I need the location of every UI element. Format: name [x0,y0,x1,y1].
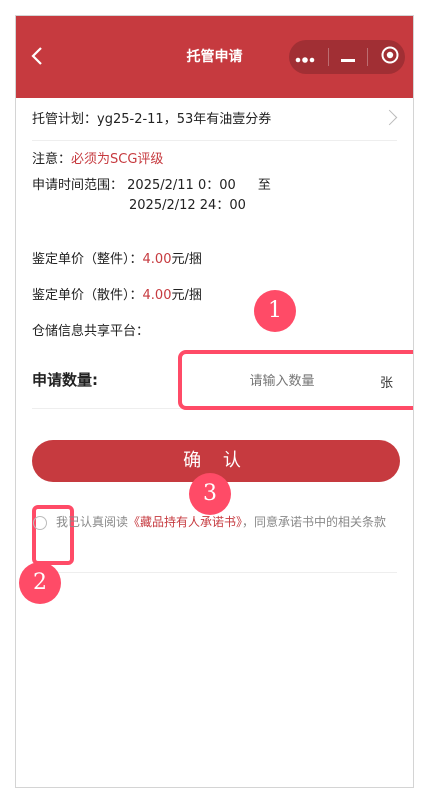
more-icon[interactable] [295,48,315,67]
marker-2: 2 [19,562,61,604]
time-start: 2025/2/11 0：00 [127,178,236,193]
quantity-unit: 张 [379,376,393,391]
capsule-divider [367,48,369,66]
plan-label: 托管计划： [32,111,98,127]
capsule-divider [327,48,329,66]
agreement-text: 我已认真阅读《藏品持有人承诺书》，同意承诺书中的相关条款 [56,512,386,532]
price-loose-value: 4.00 [142,288,172,303]
price-whole-row: 鉴定单价（整件）：4.00元/捆 [32,248,397,267]
price-whole-label: 鉴定单价（整件）： [32,252,143,267]
note-label: 注意： [32,152,72,167]
marker-3: 3 [189,473,231,515]
note-row: 注意：必须为SCG评级 [32,148,397,167]
price-whole-unit: 元/捆 [171,252,202,267]
quantity-label: 申请数量: [32,370,98,389]
chevron-right-icon [381,109,398,126]
close-target-icon[interactable] [381,46,399,68]
time-end: 2025/2/12 24：00 [129,198,246,213]
agreement-suffix: ，同意承诺书中的相关条款 [242,515,387,529]
nav-bar: 托管申请 [16,16,413,98]
note-value: 必须为SCG评级 [71,152,164,167]
marker-1: 1 [254,290,296,332]
plan-row[interactable]: 托管计划： yg25-2-11，53年有油壹分券 [32,94,398,141]
platform-row: 仓储信息共享平台： [32,320,397,339]
time-label: 申请时间范围： [32,178,124,193]
agree-radio[interactable] [33,516,47,530]
agreement-prefix: 我已认真阅读 [56,515,129,529]
mini-program-capsule [289,40,405,74]
quantity-input[interactable] [190,372,374,389]
price-whole-value: 4.00 [142,252,172,267]
price-loose-label: 鉴定单价（散件）： [32,288,143,303]
time-range-row: 申请时间范围： 2025/2/11 0：00 至 2025/2/12 24：00 [32,176,397,216]
minimize-icon[interactable] [340,48,355,67]
price-loose-unit: 元/捆 [171,288,202,303]
quantity-row: 申请数量: 张 [32,350,413,410]
plan-value: yg25-2-11，53年有油壹分券 [97,111,272,127]
platform-label: 仓储信息共享平台： [32,324,150,339]
agreement-link[interactable]: 《藏品持有人承诺书》 [128,515,242,529]
phone-frame: 托管申请 托管计划： yg25-2-11，53年有油壹分券 注意：必须为SCG评… [15,15,414,788]
price-loose-row: 鉴定单价（散件）：4.00元/捆 [32,284,397,303]
time-to: 至 [257,178,271,193]
agreement-row: 我已认真阅读《藏品持有人承诺书》，同意承诺书中的相关条款 [32,505,397,573]
